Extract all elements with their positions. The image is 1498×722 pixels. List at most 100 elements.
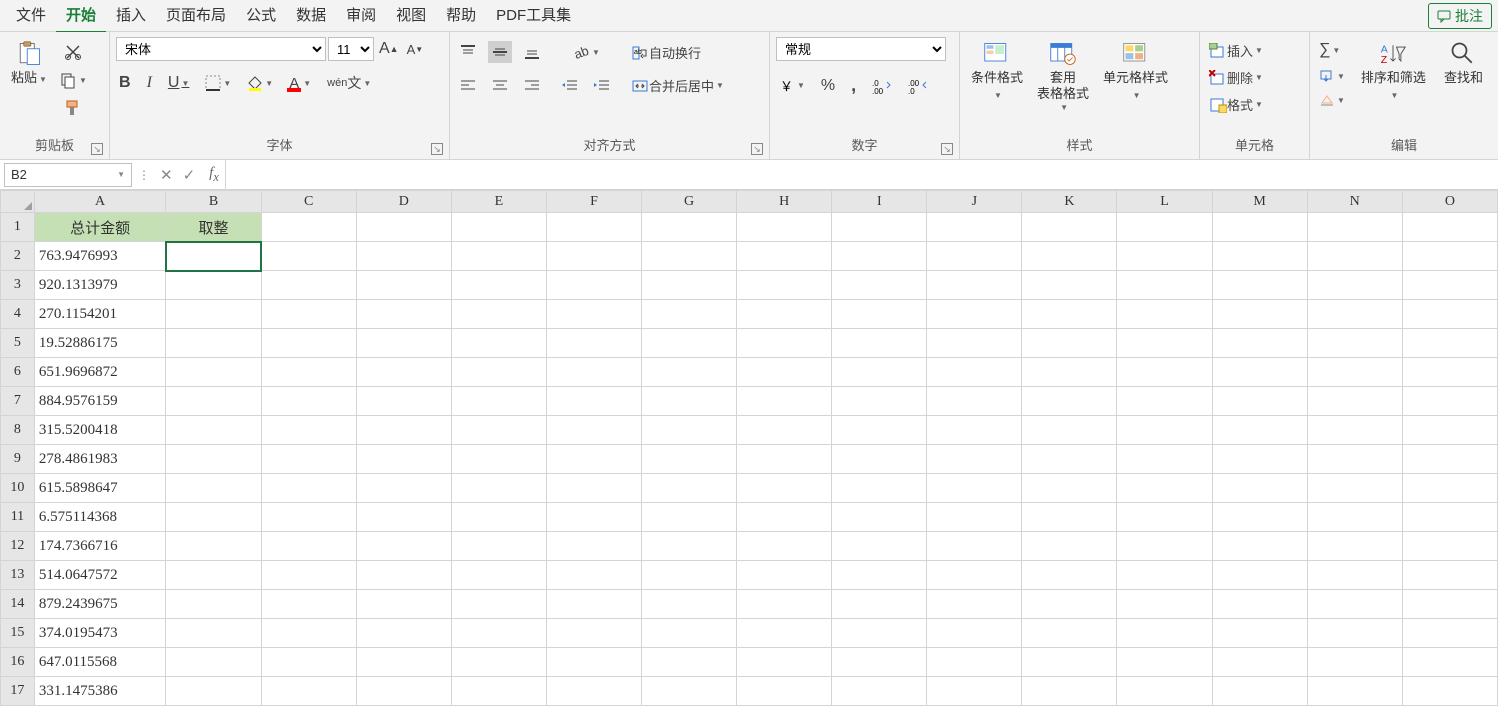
cell-C11[interactable]	[261, 503, 356, 532]
cell-C14[interactable]	[261, 590, 356, 619]
cell-K10[interactable]	[1022, 474, 1117, 503]
cell-F11[interactable]	[546, 503, 641, 532]
cell-O16[interactable]	[1402, 648, 1497, 677]
cell-M14[interactable]	[1212, 590, 1307, 619]
cell-A7[interactable]: 884.9576159	[34, 387, 165, 416]
cell-A2[interactable]: 763.9476993	[34, 242, 165, 271]
cell-E6[interactable]	[451, 358, 546, 387]
cell-G15[interactable]	[642, 619, 737, 648]
cell-E3[interactable]	[451, 271, 546, 300]
cell-G10[interactable]	[642, 474, 737, 503]
conditional-format-button[interactable]: 条件格式▼	[966, 37, 1028, 104]
cell-A4[interactable]: 270.1154201	[34, 300, 165, 329]
cell-I3[interactable]	[832, 271, 927, 300]
formula-input[interactable]	[225, 160, 1498, 189]
cell-E1[interactable]	[451, 213, 546, 242]
column-header-E[interactable]: E	[451, 191, 546, 213]
cell-F17[interactable]	[546, 677, 641, 706]
cut-button[interactable]	[61, 41, 85, 63]
cell-N5[interactable]	[1307, 329, 1402, 358]
cell-K14[interactable]	[1022, 590, 1117, 619]
cell-L8[interactable]	[1117, 416, 1212, 445]
cell-A1[interactable]: 总计金额	[34, 213, 165, 242]
cell-I11[interactable]	[832, 503, 927, 532]
cell-H12[interactable]	[737, 532, 832, 561]
find-select-button[interactable]: 查找和	[1439, 37, 1488, 89]
cell-K6[interactable]	[1022, 358, 1117, 387]
row-header-8[interactable]: 8	[1, 416, 35, 445]
cell-F4[interactable]	[546, 300, 641, 329]
cell-O1[interactable]	[1402, 213, 1497, 242]
cell-K3[interactable]	[1022, 271, 1117, 300]
cell-E14[interactable]	[451, 590, 546, 619]
decrease-decimal-button[interactable]: .00.0	[905, 76, 931, 96]
row-header-2[interactable]: 2	[1, 242, 35, 271]
cell-O9[interactable]	[1402, 445, 1497, 474]
cell-J11[interactable]	[927, 503, 1022, 532]
cell-L5[interactable]	[1117, 329, 1212, 358]
column-header-L[interactable]: L	[1117, 191, 1212, 213]
font-launcher[interactable]: ↘	[431, 143, 443, 155]
row-header-17[interactable]: 17	[1, 677, 35, 706]
decrease-font-button[interactable]: A▼	[404, 40, 427, 59]
column-header-J[interactable]: J	[927, 191, 1022, 213]
cell-I10[interactable]	[832, 474, 927, 503]
menu-tab-0[interactable]: 文件	[6, 0, 56, 34]
cell-M16[interactable]	[1212, 648, 1307, 677]
cell-E12[interactable]	[451, 532, 546, 561]
cell-N7[interactable]	[1307, 387, 1402, 416]
cell-H7[interactable]	[737, 387, 832, 416]
cell-I17[interactable]	[832, 677, 927, 706]
cell-O6[interactable]	[1402, 358, 1497, 387]
cell-A5[interactable]: 19.52886175	[34, 329, 165, 358]
cell-N10[interactable]	[1307, 474, 1402, 503]
cell-H8[interactable]	[737, 416, 832, 445]
cell-C5[interactable]	[261, 329, 356, 358]
cell-C8[interactable]	[261, 416, 356, 445]
align-middle-button[interactable]	[488, 41, 512, 63]
cell-C1[interactable]	[261, 213, 356, 242]
cell-K11[interactable]	[1022, 503, 1117, 532]
align-bottom-button[interactable]	[520, 41, 544, 63]
cell-N11[interactable]	[1307, 503, 1402, 532]
cell-M10[interactable]	[1212, 474, 1307, 503]
decrease-indent-button[interactable]	[558, 75, 582, 97]
cell-C10[interactable]	[261, 474, 356, 503]
merge-center-button[interactable]: 合并后居中 ▼	[628, 74, 727, 97]
cell-J5[interactable]	[927, 329, 1022, 358]
cell-B13[interactable]	[166, 561, 261, 590]
cell-I9[interactable]	[832, 445, 927, 474]
percent-button[interactable]: %	[818, 75, 838, 97]
cell-H5[interactable]	[737, 329, 832, 358]
cell-E4[interactable]	[451, 300, 546, 329]
cell-H1[interactable]	[737, 213, 832, 242]
cell-G2[interactable]	[642, 242, 737, 271]
cell-K16[interactable]	[1022, 648, 1117, 677]
cell-H2[interactable]	[737, 242, 832, 271]
cell-B17[interactable]	[166, 677, 261, 706]
cell-K4[interactable]	[1022, 300, 1117, 329]
menu-tab-5[interactable]: 数据	[286, 0, 336, 34]
copy-button[interactable]: ▼	[56, 69, 90, 91]
cell-M6[interactable]	[1212, 358, 1307, 387]
cell-H10[interactable]	[737, 474, 832, 503]
cell-L12[interactable]	[1117, 532, 1212, 561]
row-header-6[interactable]: 6	[1, 358, 35, 387]
format-painter-button[interactable]	[61, 97, 85, 119]
cell-B7[interactable]	[166, 387, 261, 416]
insert-cells-button[interactable]: 插入 ▼	[1206, 39, 1266, 62]
cell-C2[interactable]	[261, 242, 356, 271]
spreadsheet-grid[interactable]: ABCDEFGHIJKLMNO1总计金额取整2763.94769933920.1…	[0, 190, 1498, 722]
cell-L9[interactable]	[1117, 445, 1212, 474]
pinyin-button[interactable]: wén文▼	[324, 71, 374, 95]
menu-tab-6[interactable]: 审阅	[336, 0, 386, 34]
cell-I6[interactable]	[832, 358, 927, 387]
cell-J9[interactable]	[927, 445, 1022, 474]
cell-A9[interactable]: 278.4861983	[34, 445, 165, 474]
align-top-button[interactable]	[456, 41, 480, 63]
delete-cells-button[interactable]: 删除 ▼	[1206, 66, 1266, 89]
cell-E13[interactable]	[451, 561, 546, 590]
cell-J4[interactable]	[927, 300, 1022, 329]
cell-D6[interactable]	[356, 358, 451, 387]
cell-J10[interactable]	[927, 474, 1022, 503]
